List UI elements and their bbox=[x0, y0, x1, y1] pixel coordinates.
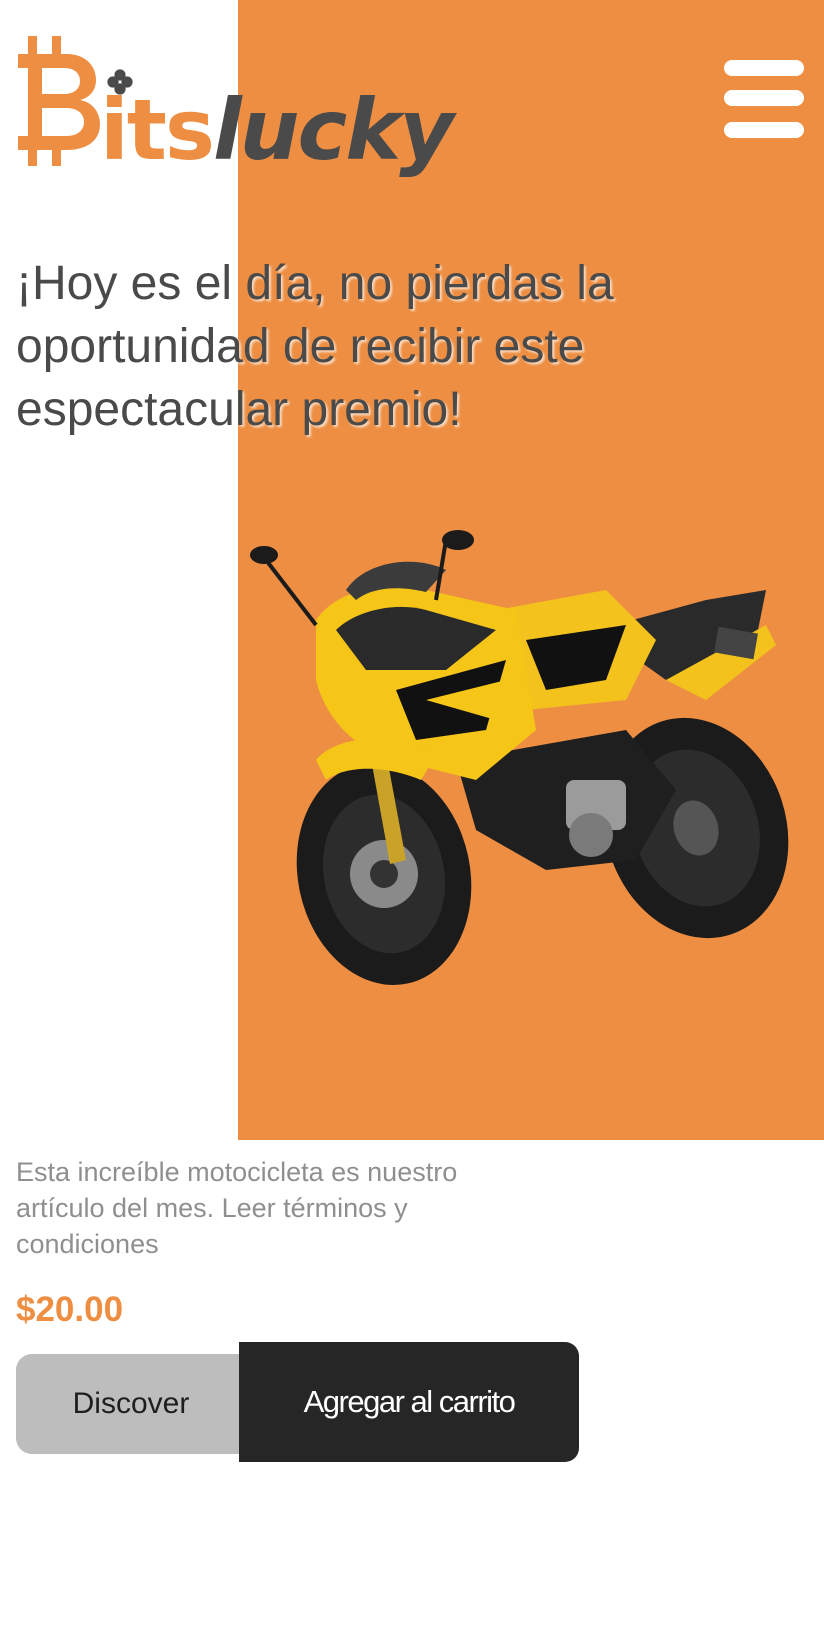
bitcoin-b-icon bbox=[18, 36, 100, 166]
menu-bar-middle bbox=[724, 90, 804, 106]
brand-wordmark: itslucky bbox=[100, 88, 454, 172]
product-description: Esta increíble motocicleta es nuestro ar… bbox=[16, 1157, 458, 1259]
brand-logo[interactable]: itslucky bbox=[18, 36, 454, 184]
menu-bar-top bbox=[724, 60, 804, 76]
hamburger-menu-icon[interactable] bbox=[724, 60, 804, 140]
menu-bar-bottom bbox=[724, 122, 804, 138]
hero-headline: ¡Hoy es el día, no pierdas la oportunida… bbox=[16, 257, 614, 436]
brand-wordmark-highlight: its bbox=[100, 81, 215, 179]
brand-wordmark-rest: lucky bbox=[212, 81, 454, 179]
motorcycle-image bbox=[250, 530, 789, 986]
product-price: $20.00 bbox=[16, 1290, 124, 1329]
add-to-cart-button[interactable]: Agregar al carrito bbox=[239, 1342, 579, 1462]
